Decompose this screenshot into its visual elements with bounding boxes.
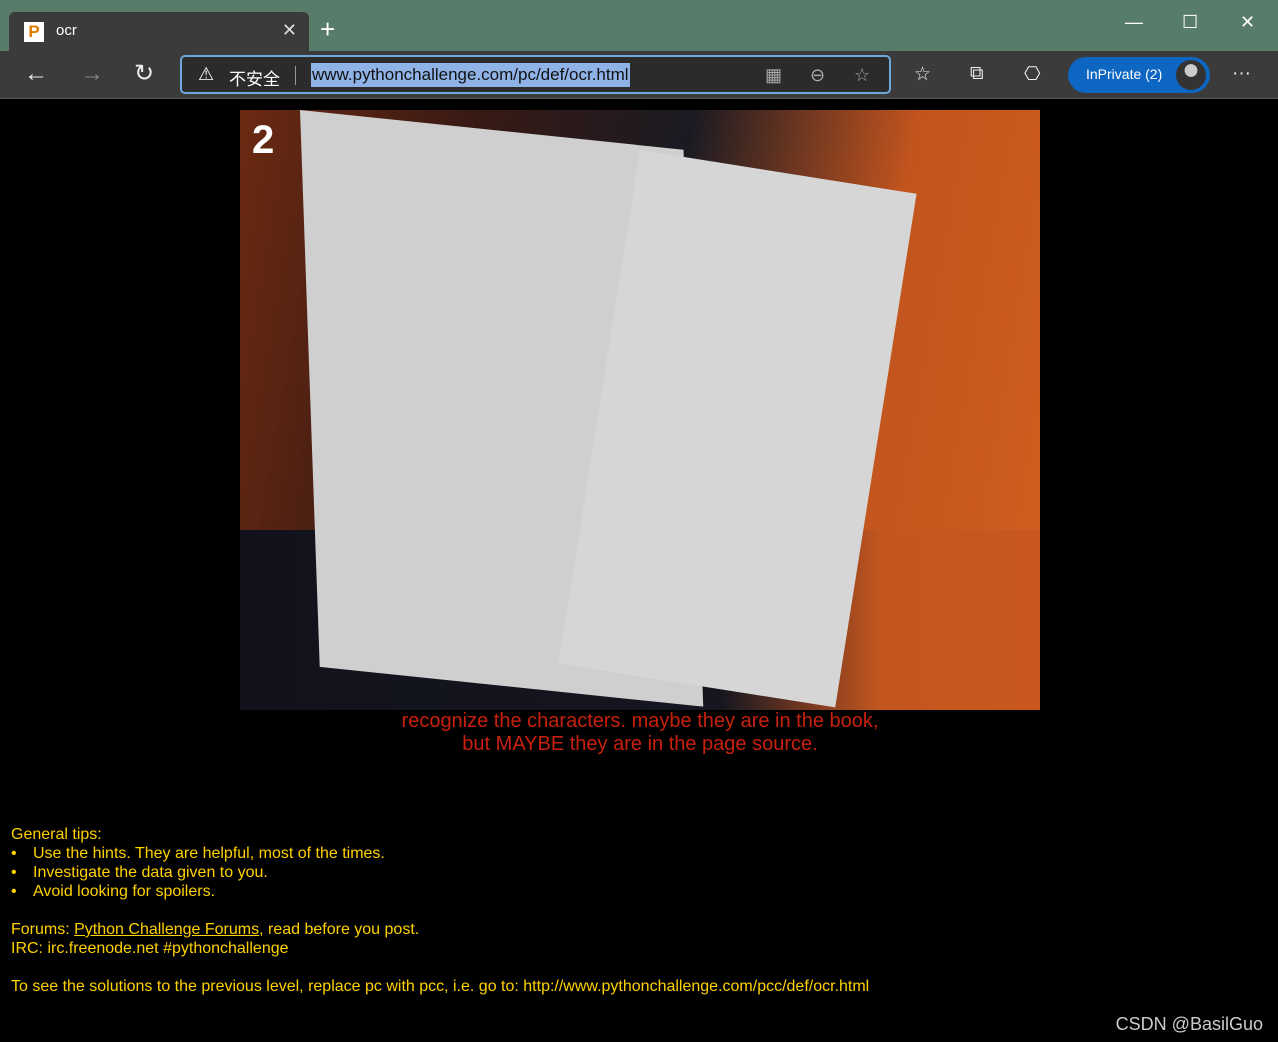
hint-line-2: but MAYBE they are in the page source. — [462, 733, 818, 755]
tip-item: Investigate the data given to you. — [11, 863, 869, 882]
inprivate-button[interactable]: InPrivate (2) — [1068, 57, 1210, 93]
warning-icon[interactable]: ⚠ — [198, 64, 214, 85]
tip-item: Use the hints. They are helpful, most of… — [11, 844, 869, 863]
book-image: 2 — [240, 110, 1040, 710]
screenshot-icon[interactable]: ⎔ — [1024, 63, 1041, 86]
minimize-button[interactable]: — — [1125, 12, 1143, 33]
tip-item: Avoid looking for spoilers. — [11, 882, 869, 901]
favicon-icon: P — [24, 22, 44, 42]
hint-text: recognize the characters. maybe they are… — [240, 710, 1040, 756]
address-bar[interactable]: ⚠ 不安全 www.pythonchallenge.com/pc/def/ocr… — [180, 55, 891, 94]
tab-title: ocr — [56, 22, 77, 39]
hint-line-1: recognize the characters. maybe they are… — [401, 710, 879, 732]
image-number: 2 — [252, 118, 275, 162]
more-menu-icon[interactable]: ··· — [1232, 63, 1251, 85]
forums-prefix: Forums: — [11, 921, 75, 938]
zoom-out-icon[interactable]: ⊖ — [810, 65, 825, 86]
watermark: CSDN @BasilGuo — [1115, 1014, 1263, 1034]
close-window-button[interactable]: ✕ — [1240, 12, 1255, 33]
irc-line: IRC: irc.freenode.net #pythonchallenge — [11, 940, 289, 957]
url-input[interactable]: www.pythonchallenge.com/pc/def/ocr.html — [311, 63, 630, 87]
favorites-icon[interactable]: ☆ — [914, 63, 931, 86]
solutions-line: To see the solutions to the previous lev… — [11, 978, 870, 995]
forums-line: Forums: Python Challenge Forums, read be… — [11, 920, 869, 939]
forward-button[interactable]: → — [80, 61, 104, 87]
general-tips: General tips: Use the hints. They are he… — [11, 825, 869, 996]
browser-toolbar: ← → ↻ ⚠ 不安全 www.pythonchallenge.com/pc/d… — [0, 51, 1278, 99]
tips-heading: General tips: — [11, 826, 102, 843]
new-tab-button[interactable]: + — [320, 14, 335, 45]
close-tab-icon[interactable]: ✕ — [282, 20, 297, 41]
title-bar: P ocr ✕ + — ☐ ✕ — [0, 0, 1278, 51]
forums-link[interactable]: Python Challenge Forums — [74, 921, 259, 938]
collections-icon[interactable]: ⧉ — [970, 63, 984, 85]
maximize-button[interactable]: ☐ — [1182, 12, 1198, 33]
refresh-button[interactable]: ↻ — [134, 61, 154, 87]
browser-tab[interactable]: P ocr ✕ — [9, 12, 309, 51]
security-label[interactable]: 不安全 — [229, 65, 280, 90]
forums-suffix: , read before you post. — [259, 921, 420, 938]
back-button[interactable]: ← — [24, 61, 48, 87]
apps-icon[interactable]: ▦ — [765, 65, 782, 86]
inprivate-label: InPrivate (2) — [1086, 66, 1163, 82]
divider — [295, 66, 296, 85]
avatar — [1176, 60, 1206, 90]
add-favorite-icon[interactable]: ☆ — [854, 65, 870, 86]
